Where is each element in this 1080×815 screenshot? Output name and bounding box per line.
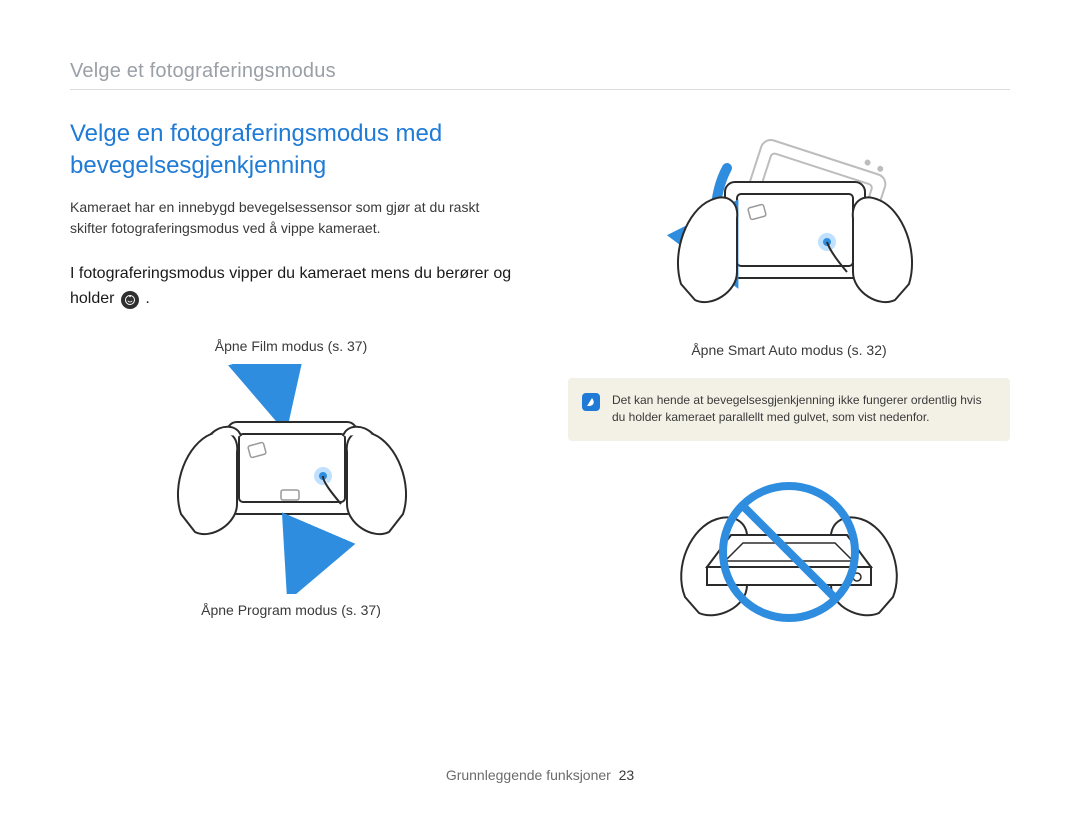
film-mode-caption: Åpne Film modus (s. 37) (70, 338, 512, 354)
page-number: 23 (619, 767, 635, 783)
prohibited-illustration (568, 457, 1010, 637)
note-text: Det kan hende at bevegelsesgjenkjenning … (612, 392, 992, 427)
manual-page: Velge et fotograferingsmodus Velge en fo… (0, 0, 1080, 815)
page-footer: Grunnleggende funksjoner 23 (0, 767, 1080, 783)
note-icon (582, 393, 600, 411)
tilt-illustration (70, 364, 512, 594)
two-column-layout: Velge en fotograferingsmodus med bevegel… (70, 118, 1010, 637)
footer-section-label: Grunnleggende funksjoner (446, 767, 611, 783)
right-column: Åpne Smart Auto modus (s. 32) Det kan he… (568, 118, 1010, 637)
smart-auto-caption: Åpne Smart Auto modus (s. 32) (568, 342, 1010, 358)
breadcrumb: Velge et fotograferingsmodus (70, 60, 1010, 90)
note-callout: Det kan hende at bevegelsesgjenkjenning … (568, 378, 1010, 441)
section-title: Velge en fotograferingsmodus med bevegel… (70, 118, 512, 183)
intro-paragraph: Kameraet har en innebygd bevegelsessenso… (70, 197, 512, 239)
instruction-paragraph: I fotograferingsmodus vipper du kameraet… (70, 261, 512, 312)
mode-dial-icon (121, 291, 139, 309)
left-column: Velge en fotograferingsmodus med bevegel… (70, 118, 512, 637)
rotate-illustration (568, 124, 1010, 334)
instruction-text-suffix: . (145, 290, 149, 307)
program-mode-caption: Åpne Program modus (s. 37) (70, 602, 512, 618)
